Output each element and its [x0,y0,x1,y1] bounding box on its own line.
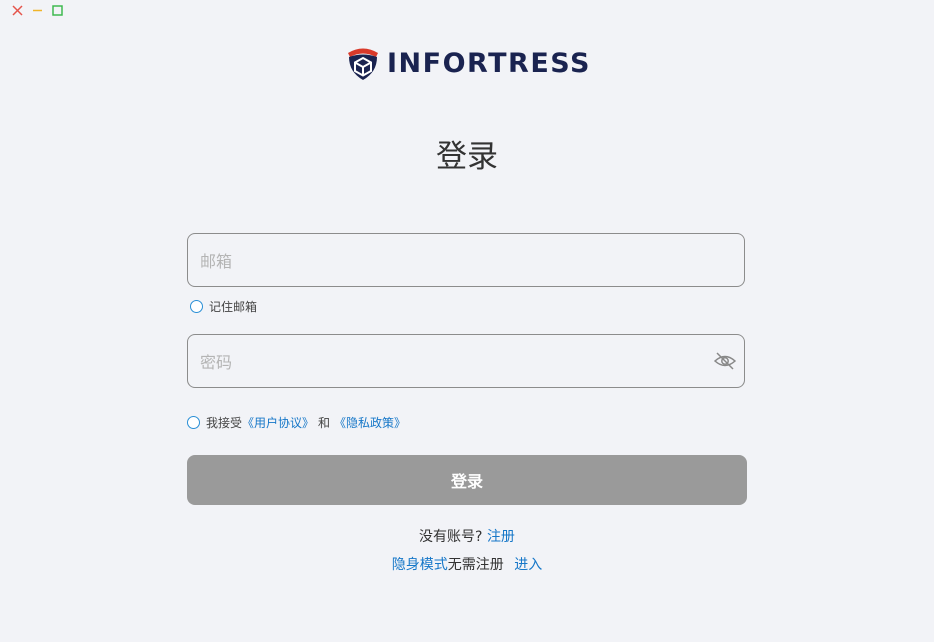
close-icon [11,4,23,16]
close-window-button[interactable] [10,3,24,17]
maximize-window-button[interactable] [50,3,64,17]
brand-logo: INFORTRESS [345,44,591,82]
password-input[interactable] [198,335,702,389]
agreement-row: 我接受 《用户协议》 和 《隐私政策》 [187,414,406,431]
remember-email-checkbox[interactable] [190,300,203,313]
email-input[interactable] [198,234,702,288]
agreement-conjunction: 和 [318,416,331,430]
agreement-checkbox[interactable] [187,416,200,429]
page-title: 登录 [436,139,498,175]
privacy-policy-link[interactable]: 《隐私政策》 [334,414,406,431]
register-link[interactable]: 注册 [487,529,515,545]
register-prompt: 没有账号? [419,529,483,545]
minimize-icon [32,9,42,11]
email-field-container [187,233,745,288]
password-field-container [187,334,745,389]
brand-name: INFORTRESS [387,47,591,79]
maximize-icon [51,4,63,16]
window-controls [10,3,64,17]
incognito-text: 无需注册 [447,557,504,573]
incognito-mode-link[interactable]: 隐身模式 [392,557,448,573]
remember-email-row: 记住邮箱 [190,298,257,315]
login-button[interactable]: 登录 [187,455,747,505]
incognito-line: 隐身模式无需注册 进入 [0,554,934,574]
eye-icon[interactable] [714,351,736,371]
user-agreement-link[interactable]: 《用户协议》 [242,414,314,431]
enter-link[interactable]: 进入 [514,557,542,573]
register-line: 没有账号? 注册 [0,526,934,546]
minimize-window-button[interactable] [30,3,44,17]
agreement-prefix: 我接受 [206,416,243,430]
remember-email-label: 记住邮箱 [209,300,258,314]
shield-logo-icon [348,48,378,80]
